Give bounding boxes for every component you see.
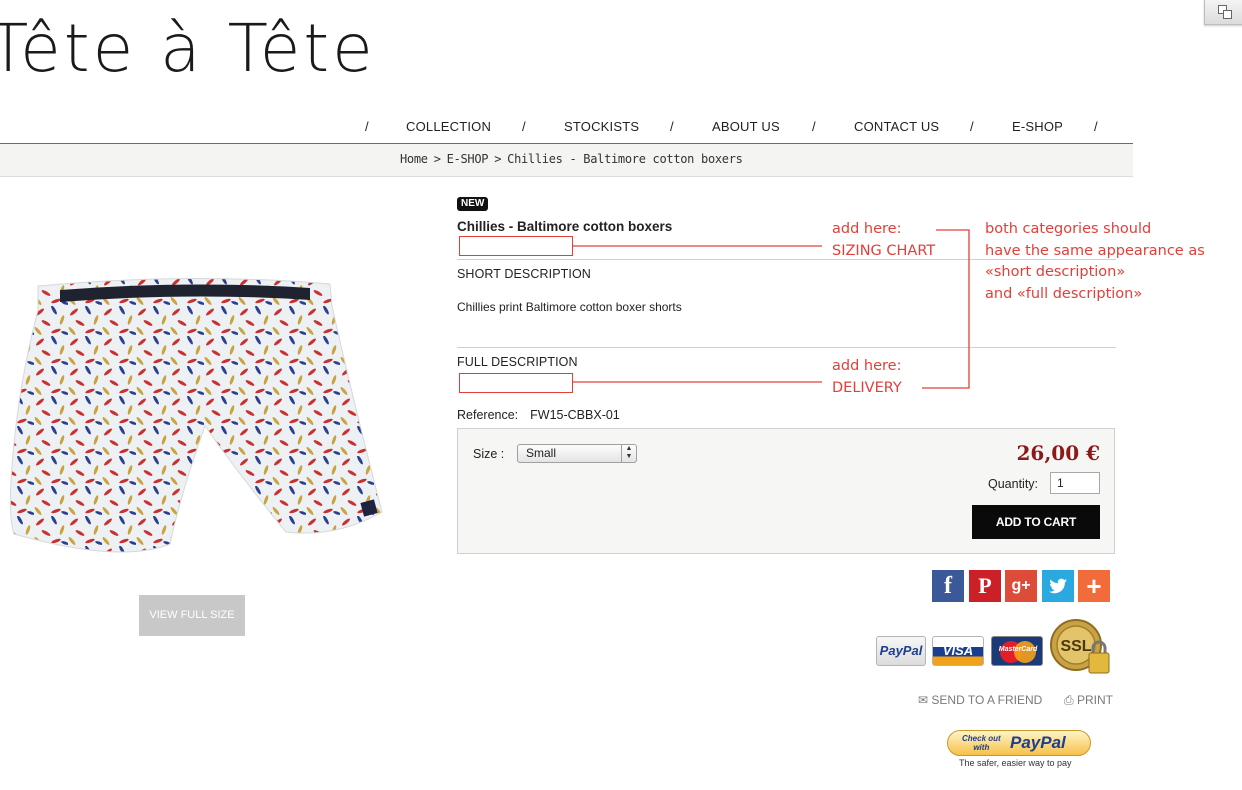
product-price: 26,00 €	[1016, 441, 1100, 465]
paypal-checkout-button[interactable]: Check out with PayPal	[947, 730, 1091, 756]
paypal-checkout-brand: PayPal	[1010, 733, 1066, 752]
nav-separator: /	[1094, 119, 1098, 134]
envelope-icon: ✉	[918, 693, 929, 707]
annotation-note: both categories should have the same app…	[985, 221, 1205, 302]
breadcrumb-separator: >	[494, 152, 502, 166]
mastercard-badge: MasterCard	[991, 636, 1043, 666]
breadcrumb-separator: >	[433, 152, 441, 166]
print-link[interactable]: ⎙ PRINT	[1064, 693, 1113, 708]
full-description-heading: FULL DESCRIPTION	[457, 355, 578, 369]
print-label: PRINT	[1076, 693, 1113, 707]
delivery-placeholder	[459, 373, 573, 393]
breadcrumb-current: Chillies - Baltimore cotton boxers	[507, 152, 743, 166]
add-to-cart-button[interactable]: ADD TO CART	[972, 505, 1100, 539]
size-select-value: Small	[526, 446, 557, 460]
annotation-sizing-chart: add here: SIZING CHART	[832, 221, 936, 259]
breadcrumb: Home > E-SHOP > Chillies - Baltimore cotton …	[400, 152, 743, 166]
quantity-input[interactable]: 1	[1050, 472, 1100, 494]
reference-value: FW15-CBBX-01	[530, 408, 620, 422]
nav-separator: /	[522, 119, 526, 134]
window-corner-icon[interactable]	[1204, 0, 1242, 25]
annotation-delivery: add here: DELIVERY	[832, 358, 902, 396]
nav-separator: /	[365, 119, 369, 134]
breadcrumb-home[interactable]: Home	[400, 152, 428, 166]
product-reference: Reference: FW15-CBBX-01	[457, 408, 620, 422]
nav-item-contact-us[interactable]: CONTACT US	[854, 119, 939, 134]
nav-item-about-us[interactable]: ABOUT US	[712, 119, 780, 134]
send-to-friend-link[interactable]: ✉ SEND TO A FRIEND	[918, 693, 1042, 707]
nav-separator: /	[812, 119, 816, 134]
section-divider	[457, 347, 1116, 348]
reference-label: Reference:	[457, 408, 519, 422]
svg-text:SSL: SSL	[1060, 638, 1091, 655]
product-title: Chillies - Baltimore cotton boxers	[457, 219, 673, 234]
paypal-tagline: The safer, easier way to pay	[959, 758, 1072, 768]
visa-badge: VISA	[932, 636, 984, 666]
pinterest-share-button[interactable]: P	[969, 570, 1001, 602]
facebook-share-button[interactable]: f	[932, 570, 964, 602]
size-select[interactable]: Small ▲ ▼	[517, 444, 637, 463]
paypal-checkout-small-text: Check out with	[962, 734, 1001, 752]
twitter-share-button[interactable]	[1042, 570, 1074, 602]
google-plus-share-button[interactable]: g+	[1005, 570, 1037, 602]
mastercard-label: MasterCard	[998, 646, 1038, 653]
boxer-shorts-photo[interactable]	[0, 276, 390, 568]
paypal-badge: PayPal	[876, 636, 926, 666]
new-badge: NEW	[457, 197, 489, 211]
view-full-size-button[interactable]: VIEW FULL SIZE	[139, 595, 245, 636]
nav-separator: /	[970, 119, 974, 134]
select-arrows-icon: ▲ ▼	[621, 445, 636, 462]
nav-item-e-shop[interactable]: E-SHOP	[1012, 119, 1063, 134]
ssl-lock-badge: SSL	[1050, 619, 1110, 674]
quantity-label: Quantity:	[988, 477, 1039, 491]
nav-separator: /	[670, 119, 674, 134]
sizing-chart-placeholder	[459, 236, 573, 256]
nav-item-stockists[interactable]: STOCKISTS	[564, 119, 639, 134]
nav-item-collection[interactable]: COLLECTION	[406, 119, 491, 134]
more-share-button[interactable]: +	[1078, 570, 1110, 602]
site-logo[interactable]: Tête à Tête	[0, 16, 376, 82]
send-to-friend-label: SEND TO A FRIEND	[931, 693, 1043, 707]
short-description-text: Chillies print Baltimore cotton boxer sh…	[457, 300, 682, 314]
breadcrumb-e-shop[interactable]: E-SHOP	[447, 152, 489, 166]
printer-icon: ⎙	[1064, 693, 1074, 707]
size-label: Size :	[473, 447, 505, 461]
twitter-bird-icon	[1049, 578, 1067, 594]
short-description-heading: SHORT DESCRIPTION	[457, 267, 591, 281]
